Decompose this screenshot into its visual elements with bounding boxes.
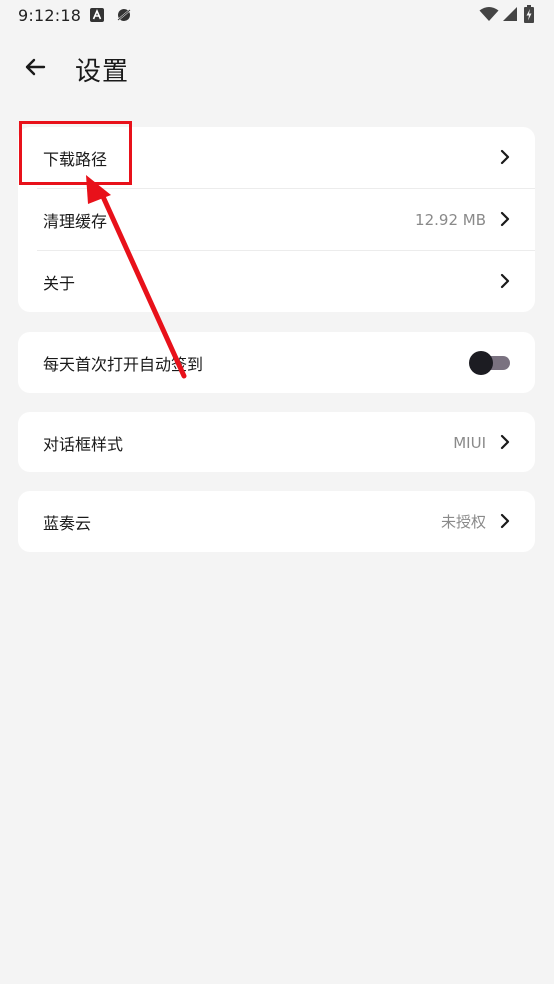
- font-a-icon: [90, 7, 104, 26]
- auto-signin-toggle[interactable]: [469, 351, 510, 375]
- auto-signin-label: 每天首次打开自动签到: [43, 354, 204, 374]
- status-bar: 9:12:18: [0, 0, 554, 32]
- about-label: 关于: [43, 273, 76, 293]
- settings-group-general: 下载路径 清理缓存 12.92 MB 关于: [18, 127, 535, 312]
- wifi-icon: [479, 6, 499, 26]
- clear-cache-item[interactable]: 清理缓存 12.92 MB: [18, 189, 535, 250]
- lanzou-cloud-label: 蓝奏云: [43, 513, 92, 533]
- chevron-right-icon: [499, 211, 511, 227]
- auto-signin-item[interactable]: 每天首次打开自动签到: [18, 332, 535, 393]
- chevron-right-icon: [499, 434, 511, 450]
- settings-group-signin: 每天首次打开自动签到: [18, 332, 535, 393]
- arrow-left-icon: [23, 55, 47, 83]
- clear-cache-label: 清理缓存: [43, 211, 108, 231]
- lanzou-cloud-item[interactable]: 蓝奏云 未授权: [18, 491, 535, 552]
- settings-group-lanzou: 蓝奏云 未授权: [18, 491, 535, 552]
- app-bar: 设置: [0, 40, 554, 98]
- page-title: 设置: [75, 57, 130, 87]
- do-not-disturb-icon: [116, 7, 132, 27]
- battery-charging-icon: [524, 5, 534, 27]
- download-path-item[interactable]: 下载路径: [18, 127, 535, 188]
- back-button[interactable]: [16, 50, 54, 88]
- chevron-right-icon: [499, 149, 511, 165]
- dialog-style-item[interactable]: 对话框样式 MIUI: [18, 412, 535, 472]
- download-path-label: 下载路径: [43, 149, 108, 169]
- toggle-knob: [469, 351, 493, 375]
- signal-icon: [502, 6, 518, 26]
- dialog-style-label: 对话框样式: [43, 434, 124, 454]
- status-time: 9:12:18: [18, 6, 82, 25]
- settings-group-dialog: 对话框样式 MIUI: [18, 412, 535, 472]
- about-item[interactable]: 关于: [18, 251, 535, 312]
- chevron-right-icon: [499, 513, 511, 529]
- lanzou-auth-status: 未授权: [440, 513, 486, 531]
- cache-size-value: 12.92 MB: [415, 210, 486, 229]
- chevron-right-icon: [499, 273, 511, 289]
- dialog-style-value: MIUI: [453, 433, 486, 452]
